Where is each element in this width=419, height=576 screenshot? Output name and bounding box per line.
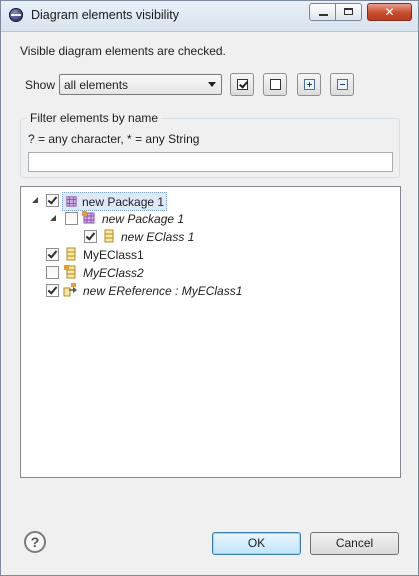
uncheck-all-icon	[270, 79, 281, 90]
title-bar[interactable]: Diagram elements visibility ✕	[1, 1, 418, 32]
tree-item-label: new EClass 1	[121, 230, 195, 244]
filter-hint: ? = any character, * = any String	[28, 132, 200, 146]
collapse-all-button[interactable]	[330, 73, 354, 96]
help-button[interactable]: ?	[24, 531, 46, 553]
tree-item[interactable]: new EReference : MyEClass1	[21, 282, 321, 300]
ereference-icon	[63, 283, 77, 297]
tree-item[interactable]: new Package 1	[21, 210, 321, 228]
tree-item-label: new EReference : MyEClass1	[83, 284, 243, 298]
tree-item-label: MyEClass2	[83, 266, 144, 280]
elements-tree[interactable]: new Package 1 new Package 1 new EClass 1	[20, 186, 401, 478]
instruction-text: Visible diagram elements are checked.	[20, 44, 226, 58]
tree-item-label: new Package 1	[102, 212, 185, 226]
minimize-icon	[319, 14, 328, 16]
eclipse-icon	[9, 8, 23, 22]
tree-item-label: new Package 1	[82, 195, 165, 209]
tree-checkbox[interactable]	[46, 194, 59, 207]
tree-item[interactable]: new Package 1	[21, 192, 321, 211]
show-dropdown[interactable]: all elements	[59, 74, 222, 95]
ok-button[interactable]: OK	[212, 532, 301, 555]
help-icon: ?	[30, 534, 40, 550]
tree-item[interactable]: MyEClass2	[21, 264, 321, 282]
close-icon: ✕	[384, 5, 395, 19]
tree-checkbox[interactable]	[46, 266, 59, 279]
filter-input[interactable]	[28, 152, 393, 172]
cancel-button[interactable]: Cancel	[310, 532, 399, 555]
expand-all-icon	[304, 79, 315, 90]
show-dropdown-value: all elements	[64, 78, 129, 92]
minimize-button[interactable]	[309, 3, 336, 21]
maximize-icon	[344, 8, 353, 15]
expand-all-button[interactable]	[297, 73, 321, 96]
tree-checkbox[interactable]	[46, 248, 59, 261]
check-all-button[interactable]	[230, 73, 254, 96]
eclass-icon	[64, 265, 76, 279]
tree-checkbox[interactable]	[65, 212, 78, 225]
collapse-all-icon	[337, 79, 348, 90]
expanded-arrow-icon[interactable]	[50, 215, 56, 221]
tree-item-label: MyEClass1	[83, 248, 144, 262]
chevron-down-icon	[208, 82, 216, 87]
tree-item[interactable]: new EClass 1	[21, 228, 321, 246]
check-all-icon	[237, 79, 248, 90]
dialog-window: Diagram elements visibility ✕ Visible di…	[0, 0, 419, 576]
expanded-arrow-icon[interactable]	[32, 197, 38, 203]
maximize-button[interactable]	[335, 3, 362, 21]
tree-checkbox[interactable]	[84, 230, 97, 243]
tree-item[interactable]: MyEClass1	[21, 246, 321, 264]
package-icon	[66, 196, 77, 207]
filter-group-label: Filter elements by name	[27, 111, 162, 125]
eclass-icon	[104, 229, 114, 243]
show-label: Show	[25, 78, 56, 92]
close-button[interactable]: ✕	[367, 3, 412, 21]
eclass-icon	[66, 247, 76, 261]
tree-checkbox[interactable]	[46, 284, 59, 297]
uncheck-all-button[interactable]	[263, 73, 287, 96]
window-title: Diagram elements visibility	[31, 8, 179, 22]
package-icon	[82, 211, 95, 224]
tree-item-selected[interactable]: new Package 1	[62, 192, 168, 211]
